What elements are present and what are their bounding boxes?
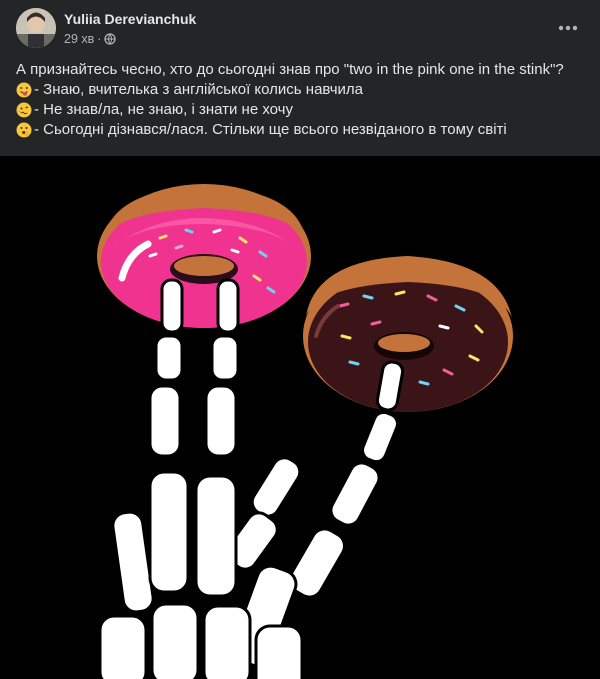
option-know-text: - Знаю, вчителька з англійської колись н… [34,81,364,98]
skeleton-hand-donuts-image [0,156,600,679]
post-text-line-2: - Знаю, вчителька з англійської колись н… [16,80,590,100]
more-options-button[interactable] [552,12,584,44]
winking-tongue-emoji-icon [16,82,32,98]
author-name[interactable]: Yuliia Derevianchuk [64,11,196,27]
chocolate-donut [303,256,513,412]
author-avatar[interactable] [16,8,56,48]
avatar-photo-icon [16,8,56,48]
post-text-line-4: - Сьогодні дізнався/лася. Стільки ще всь… [16,120,590,140]
option-learned-today-text: - Сьогодні дізнався/лася. Стільки ще всь… [34,121,507,138]
post-meta: 29 хв · [64,32,117,46]
post-time[interactable]: 29 хв [64,32,94,46]
post-text-line-1: А признайтесь чесно, хто до сьогодні зна… [16,60,590,80]
woozy-face-emoji-icon [16,102,32,118]
shushing-face-emoji-icon [16,122,32,138]
globe-icon[interactable] [104,33,117,45]
option-dont-know-text: - Не знав/ла, не знаю, і знати не хочу [34,101,293,118]
post-image[interactable] [0,156,600,679]
post-text-line-3: - Не знав/ла, не знаю, і знати не хочу [16,100,590,120]
facebook-post: Yuliia Derevianchuk 29 хв · А признайтес… [0,0,600,679]
question-text: А признайтесь чесно, хто до сьогодні зна… [16,61,564,78]
meta-separator: · [97,32,102,46]
pink-donut [97,184,311,328]
more-options-icon [558,25,578,31]
post-header: Yuliia Derevianchuk 29 хв · [16,8,584,50]
post-text: А признайтесь чесно, хто до сьогодні зна… [16,60,590,140]
